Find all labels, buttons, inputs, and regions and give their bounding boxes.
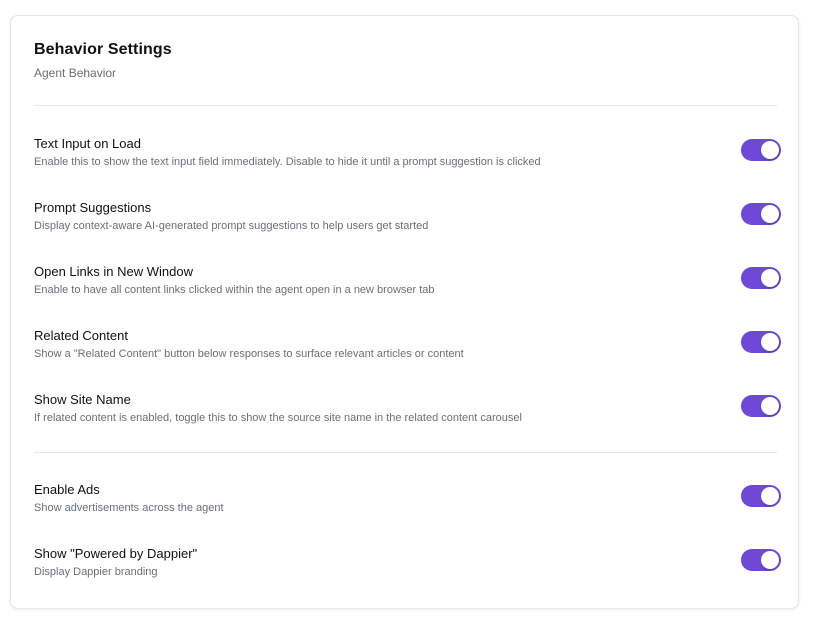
show-site-name-toggle[interactable]	[741, 395, 781, 417]
toggle-knob	[761, 333, 779, 351]
setting-description: Enable this to show the text input field…	[34, 156, 541, 168]
setting-enable-ads: Enable Ads Show advertisements across th…	[34, 482, 781, 526]
header-divider	[34, 105, 777, 106]
setting-powered-by-dappier: Show "Powered by Dappier" Display Dappie…	[34, 546, 781, 590]
enable-ads-toggle[interactable]	[741, 485, 781, 507]
setting-description: Show advertisements across the agent	[34, 502, 224, 514]
toggle-knob	[761, 141, 779, 159]
setting-label: Enable Ads	[34, 482, 100, 497]
setting-label: Related Content	[34, 328, 128, 343]
toggle-knob	[761, 487, 779, 505]
related-content-toggle[interactable]	[741, 331, 781, 353]
toggle-knob	[761, 551, 779, 569]
setting-label: Open Links in New Window	[34, 264, 193, 279]
toggle-knob	[761, 269, 779, 287]
setting-description: Display context-aware AI-generated promp…	[34, 220, 429, 232]
setting-text-input-on-load: Text Input on Load Enable this to show t…	[34, 136, 781, 180]
toggle-knob	[761, 205, 779, 223]
behavior-settings-card: Behavior Settings Agent Behavior Text In…	[10, 15, 799, 609]
setting-label: Text Input on Load	[34, 136, 141, 151]
setting-description: If related content is enabled, toggle th…	[34, 412, 522, 424]
setting-description: Show a "Related Content" button below re…	[34, 348, 464, 360]
setting-description: Display Dappier branding	[34, 566, 158, 578]
section-subtitle: Agent Behavior	[34, 66, 117, 80]
setting-related-content: Related Content Show a "Related Content"…	[34, 328, 781, 372]
setting-open-links-new-window: Open Links in New Window Enable to have …	[34, 264, 781, 308]
setting-description: Enable to have all content links clicked…	[34, 284, 435, 296]
toggle-knob	[761, 397, 779, 415]
powered-by-dappier-toggle[interactable]	[741, 549, 781, 571]
open-links-new-window-toggle[interactable]	[741, 267, 781, 289]
setting-label: Prompt Suggestions	[34, 200, 152, 215]
section-divider	[34, 452, 777, 453]
text-input-on-load-toggle[interactable]	[741, 139, 781, 161]
page-title: Behavior Settings	[34, 41, 172, 58]
setting-label: Show "Powered by Dappier"	[34, 546, 198, 561]
setting-prompt-suggestions: Prompt Suggestions Display context-aware…	[34, 200, 781, 244]
prompt-suggestions-toggle[interactable]	[741, 203, 781, 225]
setting-show-site-name: Show Site Name If related content is ena…	[34, 392, 781, 436]
setting-label: Show Site Name	[34, 392, 131, 407]
